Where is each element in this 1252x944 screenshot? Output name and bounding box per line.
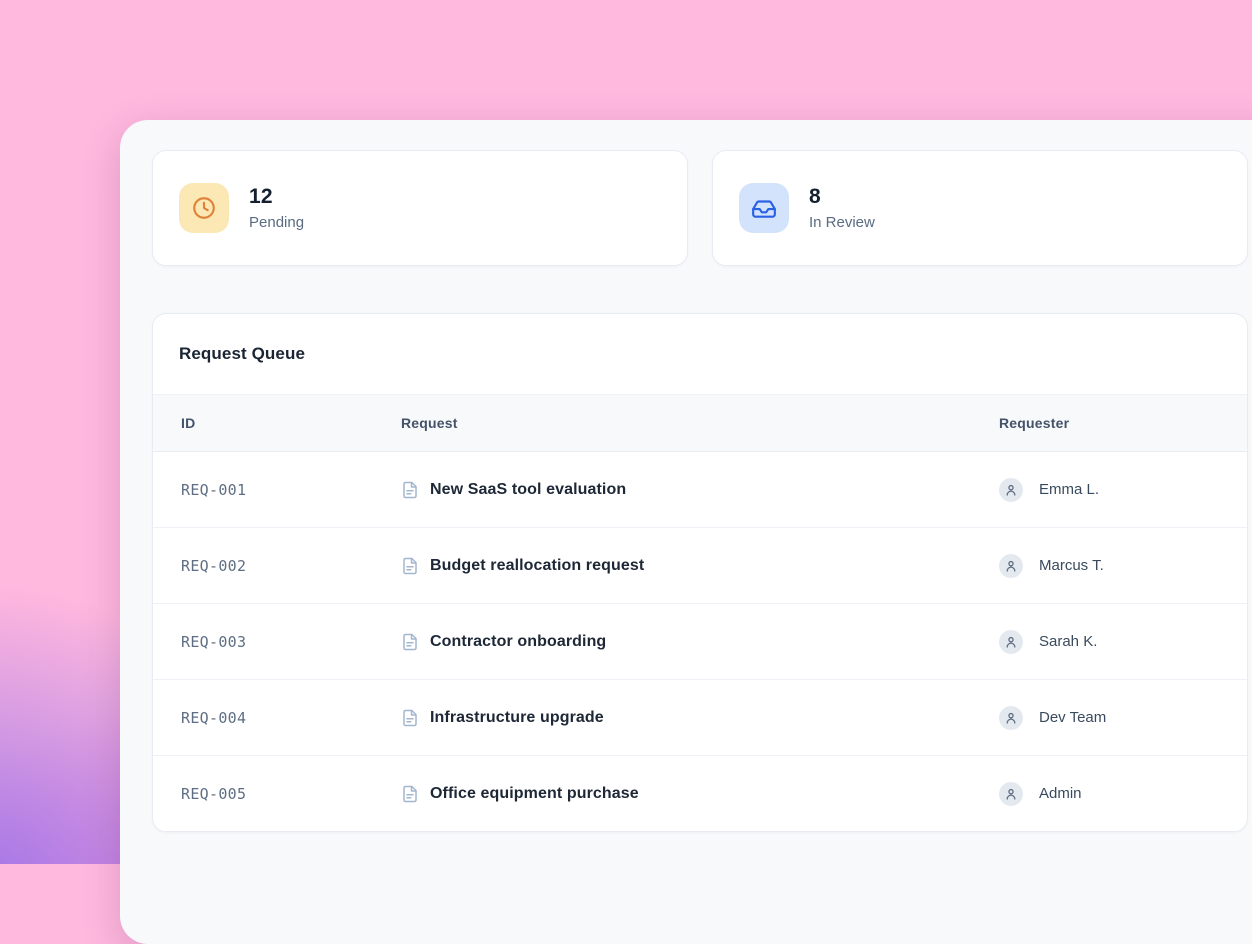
user-avatar-icon [999, 782, 1023, 806]
stat-text: 8 In Review [809, 185, 875, 230]
table-row[interactable]: REQ-002 Budget reallocation request Marc… [153, 528, 1247, 604]
request-cell: New SaaS tool evaluation [401, 481, 999, 499]
table-row[interactable]: REQ-003 Contractor onboarding Sarah K. [153, 604, 1247, 680]
in-review-count: 8 [809, 185, 875, 209]
in-review-label: In Review [809, 214, 875, 231]
user-avatar-icon [999, 706, 1023, 730]
user-avatar-icon [999, 478, 1023, 502]
requester-cell: Marcus T. [999, 554, 1247, 578]
request-id: REQ-002 [153, 557, 401, 575]
request-title: New SaaS tool evaluation [430, 481, 626, 499]
request-cell: Office equipment purchase [401, 785, 999, 803]
app-background: { "colors": { "background_pink": "#ffb8d… [0, 0, 1252, 864]
stats-row: 12 Pending 8 In Review [152, 150, 1248, 266]
table-title: Request Queue [179, 344, 305, 364]
document-icon [401, 557, 419, 575]
document-icon [401, 709, 419, 727]
table-header-row: ID Request Requester [153, 395, 1247, 452]
request-title: Infrastructure upgrade [430, 709, 604, 727]
dashboard-panel: 12 Pending 8 In Review Request Queue ID [120, 120, 1252, 944]
stat-card-in-review: 8 In Review [712, 150, 1248, 266]
request-title: Contractor onboarding [430, 633, 606, 651]
stat-text: 12 Pending [249, 185, 304, 230]
request-id: REQ-003 [153, 633, 401, 651]
request-cell: Infrastructure upgrade [401, 709, 999, 727]
table-title-row: Request Queue [153, 314, 1247, 395]
request-queue-card: Request Queue ID Request Requester REQ-0… [152, 313, 1248, 832]
request-id: REQ-004 [153, 709, 401, 727]
document-icon [401, 481, 419, 499]
requester-cell: Admin [999, 782, 1247, 806]
requester-cell: Emma L. [999, 478, 1247, 502]
requester-name: Marcus T. [1039, 557, 1104, 574]
document-icon [401, 633, 419, 651]
request-id: REQ-001 [153, 481, 401, 499]
requester-name: Admin [1039, 785, 1082, 802]
column-header-request: Request [401, 415, 999, 431]
panel-content: 12 Pending 8 In Review Request Queue ID [120, 120, 1248, 832]
requester-cell: Dev Team [999, 706, 1247, 730]
requester-name: Dev Team [1039, 709, 1106, 726]
user-avatar-icon [999, 554, 1023, 578]
column-header-requester: Requester [999, 415, 1247, 431]
table-row[interactable]: REQ-005 Office equipment purchase Admin [153, 756, 1247, 831]
request-cell: Budget reallocation request [401, 557, 999, 575]
pending-count: 12 [249, 185, 304, 209]
table-row[interactable]: REQ-001 New SaaS tool evaluation Emma L. [153, 452, 1247, 528]
column-header-id: ID [153, 415, 401, 431]
pending-label: Pending [249, 214, 304, 231]
table-row[interactable]: REQ-004 Infrastructure upgrade Dev Team [153, 680, 1247, 756]
request-title: Budget reallocation request [430, 557, 644, 575]
document-icon [401, 785, 419, 803]
clock-icon [179, 183, 229, 233]
request-cell: Contractor onboarding [401, 633, 999, 651]
requester-cell: Sarah K. [999, 630, 1247, 654]
requester-name: Sarah K. [1039, 633, 1097, 650]
request-id: REQ-005 [153, 785, 401, 803]
inbox-icon [739, 183, 789, 233]
requester-name: Emma L. [1039, 481, 1099, 498]
request-title: Office equipment purchase [430, 785, 639, 803]
user-avatar-icon [999, 630, 1023, 654]
stat-card-pending: 12 Pending [152, 150, 688, 266]
